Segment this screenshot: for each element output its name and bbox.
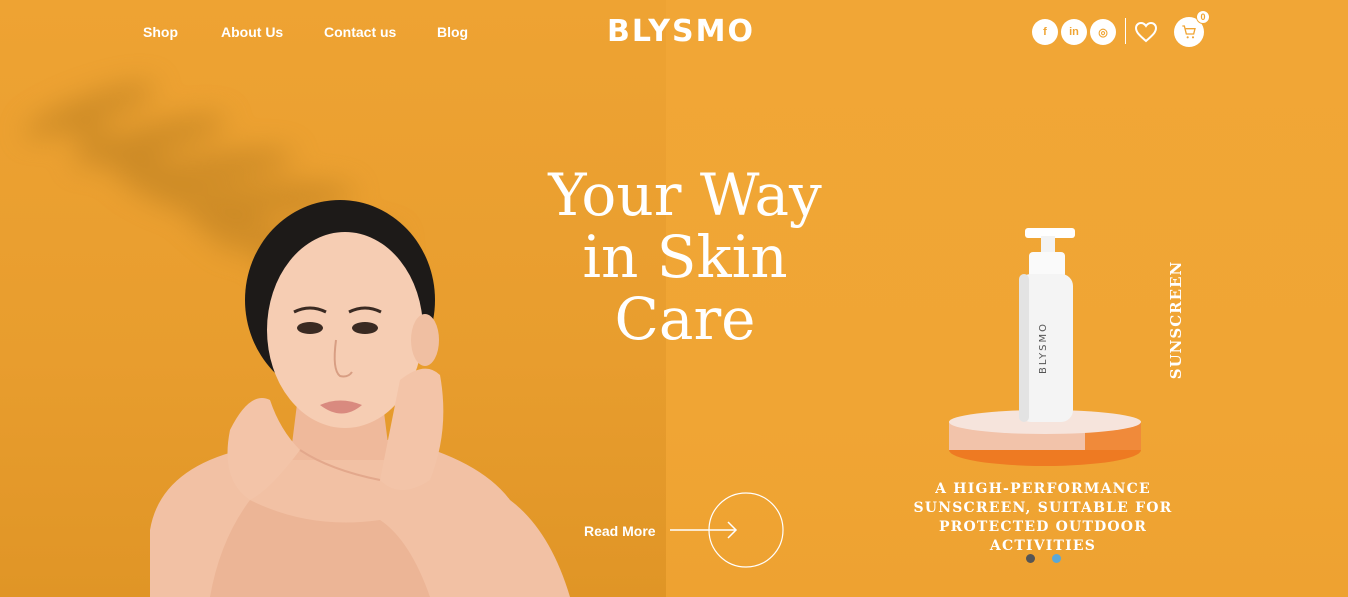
wishlist-heart-icon[interactable]	[1134, 20, 1158, 44]
cart-count-badge: 0	[1196, 10, 1210, 24]
nav-contact-link[interactable]: Contact us	[324, 24, 396, 40]
headline-line-3: Care	[614, 285, 756, 353]
sunscreen-product-image: BLYSMO	[949, 228, 1141, 466]
slider-dot-1[interactable]	[1026, 554, 1035, 563]
product-description: A HIGH-PERFORMANCE SUNSCREEN, SUITABLE F…	[888, 480, 1198, 556]
description-line-3: PROTECTED OUTDOOR ACTIVITIES	[938, 519, 1148, 554]
description-line-1: A HIGH-PERFORMANCE	[935, 481, 1151, 497]
facebook-icon[interactable]: f	[1032, 19, 1058, 45]
nav-shop-link[interactable]: Shop	[143, 24, 178, 40]
hero-headline: Your Way in Skin Care	[500, 164, 870, 350]
top-navigation: Shop About Us Contact us Blog BLYSMO f i…	[0, 0, 1348, 64]
description-line-2: SUNSCREEN, SUITABLE FOR	[913, 500, 1173, 516]
cart-icon	[1182, 25, 1196, 39]
product-category-label: SUNSCREEN	[1167, 260, 1185, 380]
headline-line-2: in Skin	[582, 223, 788, 291]
read-more-link[interactable]: Read More	[584, 523, 656, 539]
read-more-arrow-icon[interactable]	[670, 492, 786, 568]
bottle-brand-text: BLYSMO	[1038, 322, 1049, 374]
linkedin-icon[interactable]: in	[1061, 19, 1087, 45]
nav-blog-link[interactable]: Blog	[437, 24, 468, 40]
slider-dot-2-active[interactable]	[1052, 554, 1061, 563]
nav-divider	[1125, 18, 1126, 44]
headline-line-1: Your Way	[548, 161, 822, 229]
brand-logo[interactable]: BLYSMO	[607, 14, 755, 49]
nav-about-link[interactable]: About Us	[221, 24, 283, 40]
instagram-icon[interactable]: ◎	[1090, 19, 1116, 45]
